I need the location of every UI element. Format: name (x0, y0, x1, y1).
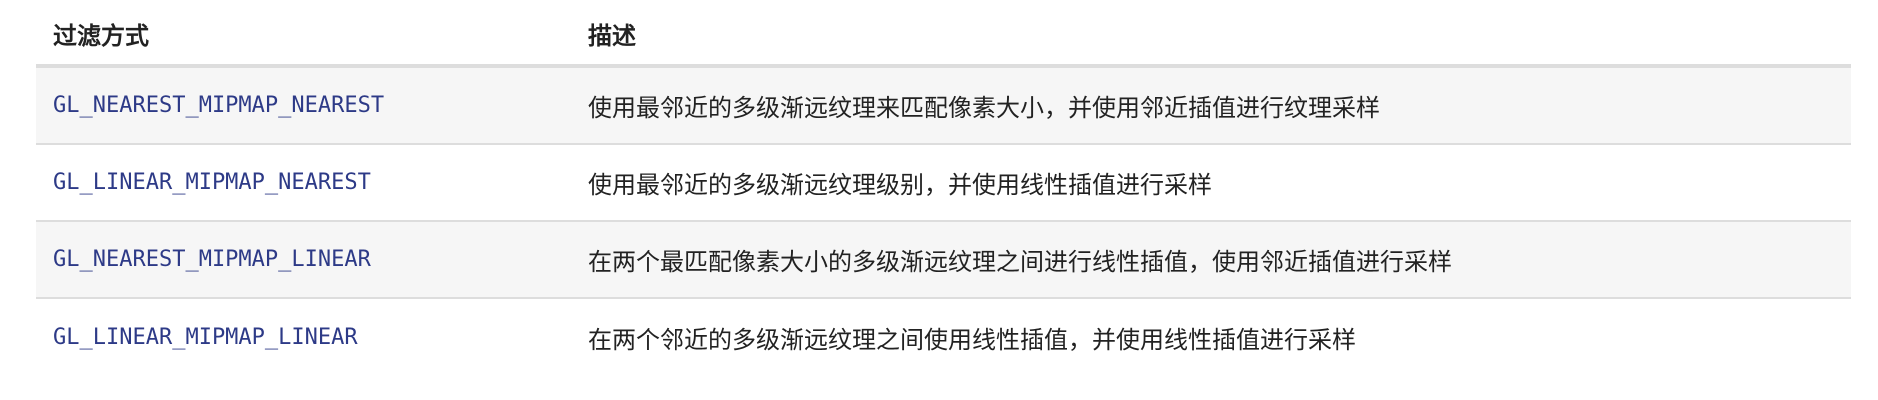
description-cell: 在两个最匹配像素大小的多级渐远纹理之间进行线性插值，使用邻近插值进行采样 (588, 248, 1452, 276)
description-cell: 使用最邻近的多级渐远纹理级别，并使用线性插值进行采样 (588, 171, 1212, 199)
filter-mode-cell: GL_LINEAR_MIPMAP_NEAREST (53, 170, 371, 195)
filter-mode-cell: GL_NEAREST_MIPMAP_LINEAR (53, 247, 371, 272)
table-row: GL_NEAREST_MIPMAP_LINEAR 在两个最匹配像素大小的多级渐远… (36, 222, 1851, 299)
description-cell: 使用最邻近的多级渐远纹理来匹配像素大小，并使用邻近插值进行纹理采样 (588, 94, 1380, 122)
table-row: GL_LINEAR_MIPMAP_NEAREST 使用最邻近的多级渐远纹理级别，… (36, 145, 1851, 222)
description-cell: 在两个邻近的多级渐远纹理之间使用线性插值，并使用线性插值进行采样 (588, 326, 1356, 354)
table-row: GL_LINEAR_MIPMAP_LINEAR 在两个邻近的多级渐远纹理之间使用… (36, 299, 1851, 376)
filter-mode-cell: GL_LINEAR_MIPMAP_LINEAR (53, 325, 358, 350)
filter-table: 过滤方式 描述 GL_NEAREST_MIPMAP_NEAREST 使用最邻近的… (36, 0, 1851, 376)
header-filter-mode: 过滤方式 (53, 21, 149, 50)
table-header-row: 过滤方式 描述 (36, 0, 1851, 68)
table-row: GL_NEAREST_MIPMAP_NEAREST 使用最邻近的多级渐远纹理来匹… (36, 68, 1851, 145)
filter-mode-cell: GL_NEAREST_MIPMAP_NEAREST (53, 93, 385, 118)
header-description: 描述 (588, 21, 636, 50)
